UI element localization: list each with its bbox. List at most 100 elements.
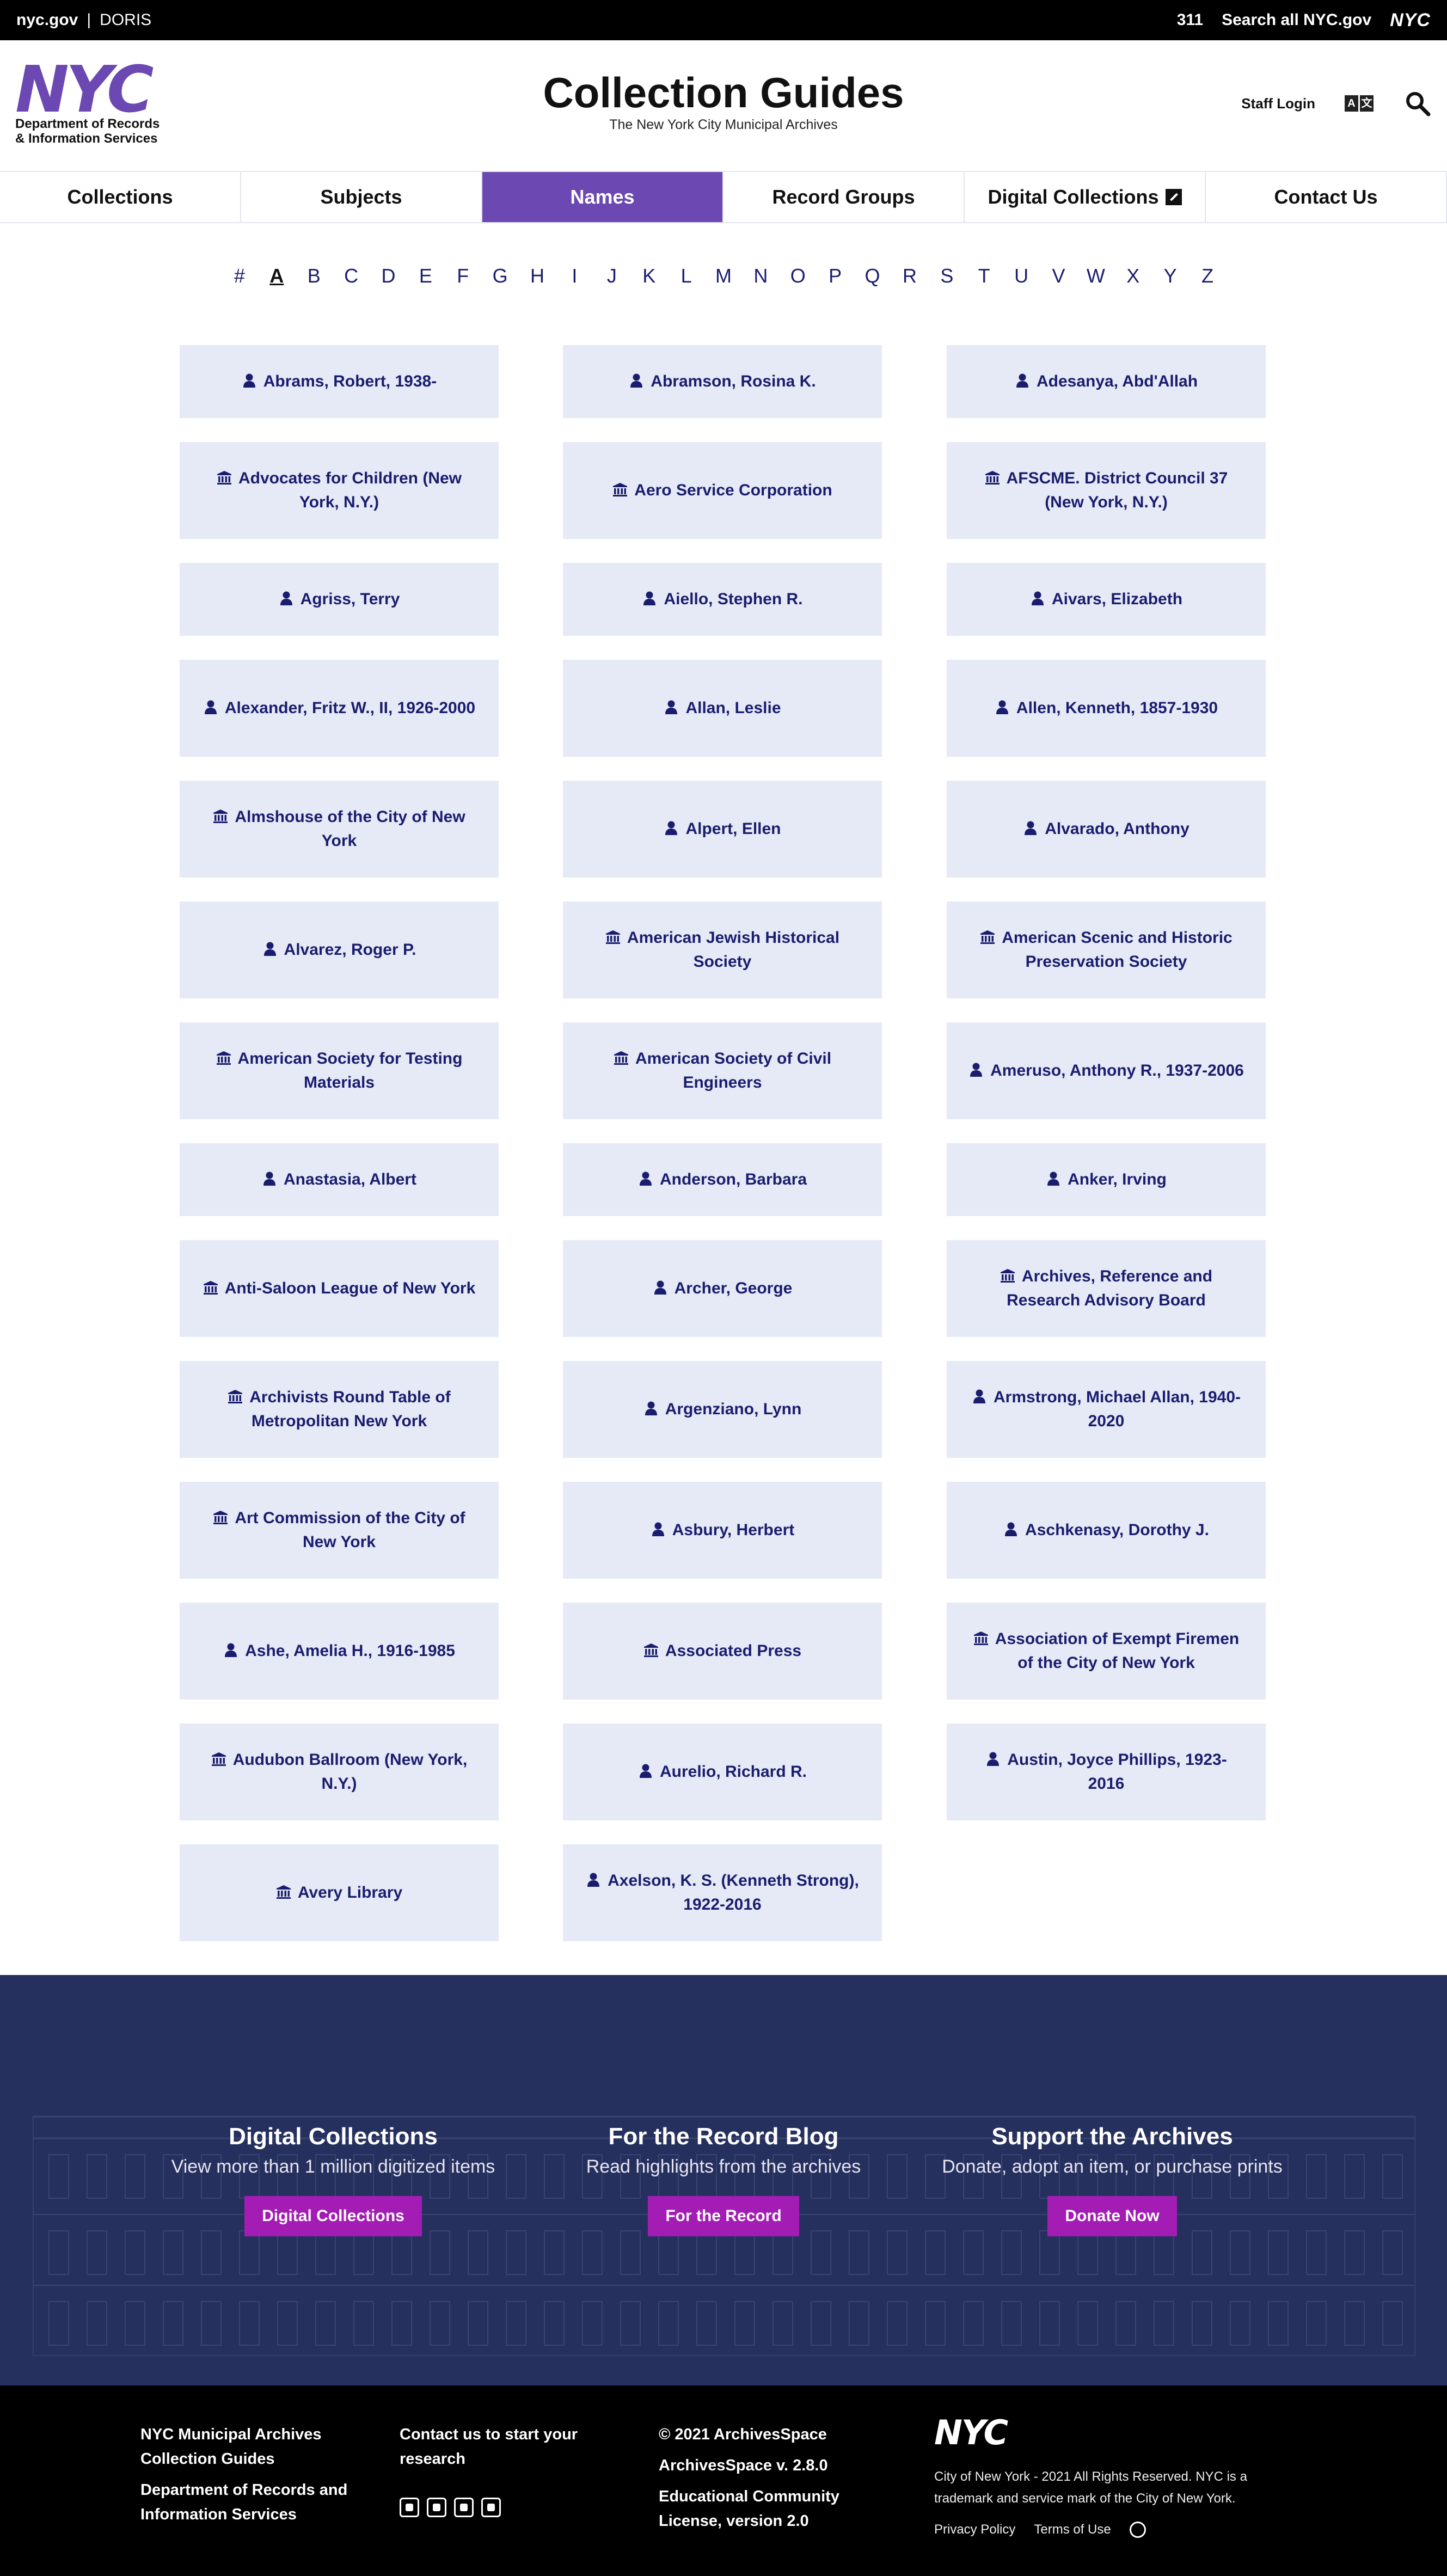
name-label: Almshouse of the City of New York	[235, 808, 465, 850]
name-label: Axelson, K. S. (Kenneth Strong), 1922-20…	[608, 1872, 859, 1913]
name-card[interactable]: Almshouse of the City of New York	[180, 781, 499, 878]
name-card[interactable]: Association of Exempt Firemen of the Cit…	[947, 1603, 1266, 1700]
facebook-icon[interactable]	[427, 2498, 446, 2517]
name-label: Aiello, Stephen R.	[664, 590, 803, 608]
name-card[interactable]: Ameruso, Anthony R., 1937-2006	[947, 1022, 1266, 1119]
name-card[interactable]: Ashe, Amelia H., 1916-1985	[180, 1603, 499, 1700]
name-card[interactable]: Abramson, Rosina K.	[563, 345, 882, 418]
name-card[interactable]: Allen, Kenneth, 1857-1930	[947, 660, 1266, 757]
youtube-icon[interactable]	[481, 2498, 501, 2517]
name-label: Alpert, Ellen	[685, 820, 781, 838]
name-card[interactable]: Argenziano, Lynn	[563, 1361, 882, 1458]
footer-contact-link-line-2[interactable]: research	[400, 2447, 578, 2471]
name-card-label: Asbury, Herbert	[651, 1518, 794, 1542]
name-card-label: Anastasia, Albert	[262, 1168, 416, 1192]
footer-promo: Digital Collections View more than 1 mil…	[0, 1975, 1447, 2385]
name-card[interactable]: Aero Service Corporation	[563, 442, 882, 539]
institution-icon	[985, 469, 1007, 487]
name-card[interactable]: Allan, Leslie	[563, 660, 882, 757]
person-icon	[642, 590, 664, 608]
name-card[interactable]: Anti-Saloon League of New York	[180, 1240, 499, 1337]
donate-now-button[interactable]: Donate Now	[1047, 2196, 1177, 2236]
footer-archives-link[interactable]: NYC Municipal Archives	[140, 2422, 347, 2447]
name-card[interactable]: Axelson, K. S. (Kenneth Strong), 1922-20…	[563, 1844, 882, 1941]
name-card[interactable]: Alvarez, Roger P.	[180, 901, 499, 998]
footer-collection-guides-link[interactable]: Collection Guides	[140, 2447, 347, 2471]
name-label: Associated Press	[665, 1642, 802, 1660]
name-label: AFSCME. District Council 37 (New York, N…	[1006, 469, 1228, 511]
name-card[interactable]: Abrams, Robert, 1938-	[180, 345, 499, 418]
accessibility-icon[interactable]	[1129, 2522, 1146, 2538]
name-card[interactable]: AFSCME. District Council 37 (New York, N…	[947, 442, 1266, 539]
person-icon	[223, 1642, 245, 1660]
institution-icon	[605, 929, 627, 947]
footer-doris-link-line-2[interactable]: Information Services	[140, 2503, 347, 2527]
person-icon	[638, 1763, 660, 1781]
name-card[interactable]: Aurelio, Richard R.	[563, 1724, 882, 1820]
name-card[interactable]: Audubon Ballroom (New York, N.Y.)	[180, 1724, 499, 1820]
name-card-label: Advocates for Children (New York, N.Y.)	[201, 467, 477, 514]
person-icon	[262, 941, 284, 959]
name-card[interactable]: Anderson, Barbara	[563, 1143, 882, 1216]
legal-line-2: trademark and service mark of the City o…	[934, 2491, 1236, 2506]
footer-license-link[interactable]: Educational Community	[659, 2485, 839, 2509]
terms-of-use-link[interactable]: Terms of Use	[1034, 2522, 1111, 2537]
name-card[interactable]: American Scenic and Historic Preservatio…	[947, 901, 1266, 998]
name-card[interactable]: American Society for Testing Materials	[180, 1022, 499, 1119]
name-label: Ashe, Amelia H., 1916-1985	[245, 1642, 455, 1660]
name-card[interactable]: Advocates for Children (New York, N.Y.)	[180, 442, 499, 539]
name-card[interactable]: Alexander, Fritz W., II, 1926-2000	[180, 660, 499, 757]
name-card[interactable]: Archives, Reference and Research Advisor…	[947, 1240, 1266, 1337]
name-card[interactable]: Austin, Joyce Phillips, 1923-2016	[947, 1724, 1266, 1820]
name-card[interactable]: Associated Press	[563, 1603, 882, 1700]
nyc-footer-logo[interactable]: NYC	[934, 2416, 1008, 2450]
name-card[interactable]: Asbury, Herbert	[563, 1482, 882, 1579]
promo-digital-collections: Digital Collections View more than 1 mil…	[126, 2121, 540, 2236]
name-card[interactable]: Alpert, Ellen	[563, 781, 882, 878]
name-label: Armstrong, Michael Allan, 1940-2020	[993, 1388, 1241, 1430]
name-card[interactable]: Anastasia, Albert	[180, 1143, 499, 1216]
site-footer: NYC Municipal Archives Collection Guides…	[0, 2385, 1447, 2576]
name-card[interactable]: Avery Library	[180, 1844, 499, 1941]
person-icon	[995, 699, 1016, 717]
footer-legal: City of New York - 2021 All Rights Reser…	[934, 2466, 1304, 2510]
name-card[interactable]: Archivists Round Table of Metropolitan N…	[180, 1361, 499, 1458]
footer-contact-link[interactable]: Contact us to start your	[400, 2422, 578, 2447]
institution-icon	[612, 481, 634, 499]
name-card-label: Alexander, Fritz W., II, 1926-2000	[203, 696, 475, 720]
name-card[interactable]: Anker, Irving	[947, 1143, 1266, 1216]
person-icon	[586, 1872, 608, 1890]
name-card[interactable]: Alvarado, Anthony	[947, 781, 1266, 878]
name-card[interactable]: Aschkenasy, Dorothy J.	[947, 1482, 1266, 1579]
name-label: Alexander, Fritz W., II, 1926-2000	[224, 699, 476, 717]
name-card-label: Allan, Leslie	[664, 696, 781, 720]
footer-license-link-line-2[interactable]: License, version 2.0	[659, 2509, 839, 2534]
name-card-label: Alvarado, Anthony	[1023, 817, 1190, 841]
name-card[interactable]: American Society of Civil Engineers	[563, 1022, 882, 1119]
name-card-label: Archives, Reference and Research Advisor…	[968, 1265, 1244, 1312]
institution-icon	[643, 1642, 665, 1660]
name-card-label: Almshouse of the City of New York	[201, 805, 477, 853]
privacy-policy-link[interactable]: Privacy Policy	[934, 2522, 1015, 2537]
name-card[interactable]: Archer, George	[563, 1240, 882, 1337]
digital-collections-button[interactable]: Digital Collections	[244, 2196, 422, 2236]
instagram-icon[interactable]	[454, 2498, 474, 2517]
institution-icon	[228, 1388, 249, 1406]
name-card[interactable]: American Jewish Historical Society	[563, 901, 882, 998]
person-icon	[262, 1170, 284, 1188]
name-label: Allan, Leslie	[685, 699, 781, 717]
name-card[interactable]: Art Commission of the City of New York	[180, 1482, 499, 1579]
name-card[interactable]: Agriss, Terry	[180, 563, 499, 636]
name-card-label: Audubon Ballroom (New York, N.Y.)	[201, 1748, 477, 1796]
name-card[interactable]: Armstrong, Michael Allan, 1940-2020	[947, 1361, 1266, 1458]
name-card-label: Archivists Round Table of Metropolitan N…	[201, 1385, 477, 1433]
name-card[interactable]: Adesanya, Abd'Allah	[947, 345, 1266, 418]
for-the-record-button[interactable]: For the Record	[648, 2196, 799, 2236]
name-card[interactable]: Aivars, Elizabeth	[947, 563, 1266, 636]
name-card-label: Adesanya, Abd'Allah	[1015, 370, 1198, 394]
footer-doris-link[interactable]: Department of Records and	[140, 2478, 347, 2503]
twitter-icon[interactable]	[400, 2498, 419, 2517]
name-card-label: Ashe, Amelia H., 1916-1985	[223, 1639, 455, 1663]
person-icon	[664, 699, 685, 717]
name-card[interactable]: Aiello, Stephen R.	[563, 563, 882, 636]
